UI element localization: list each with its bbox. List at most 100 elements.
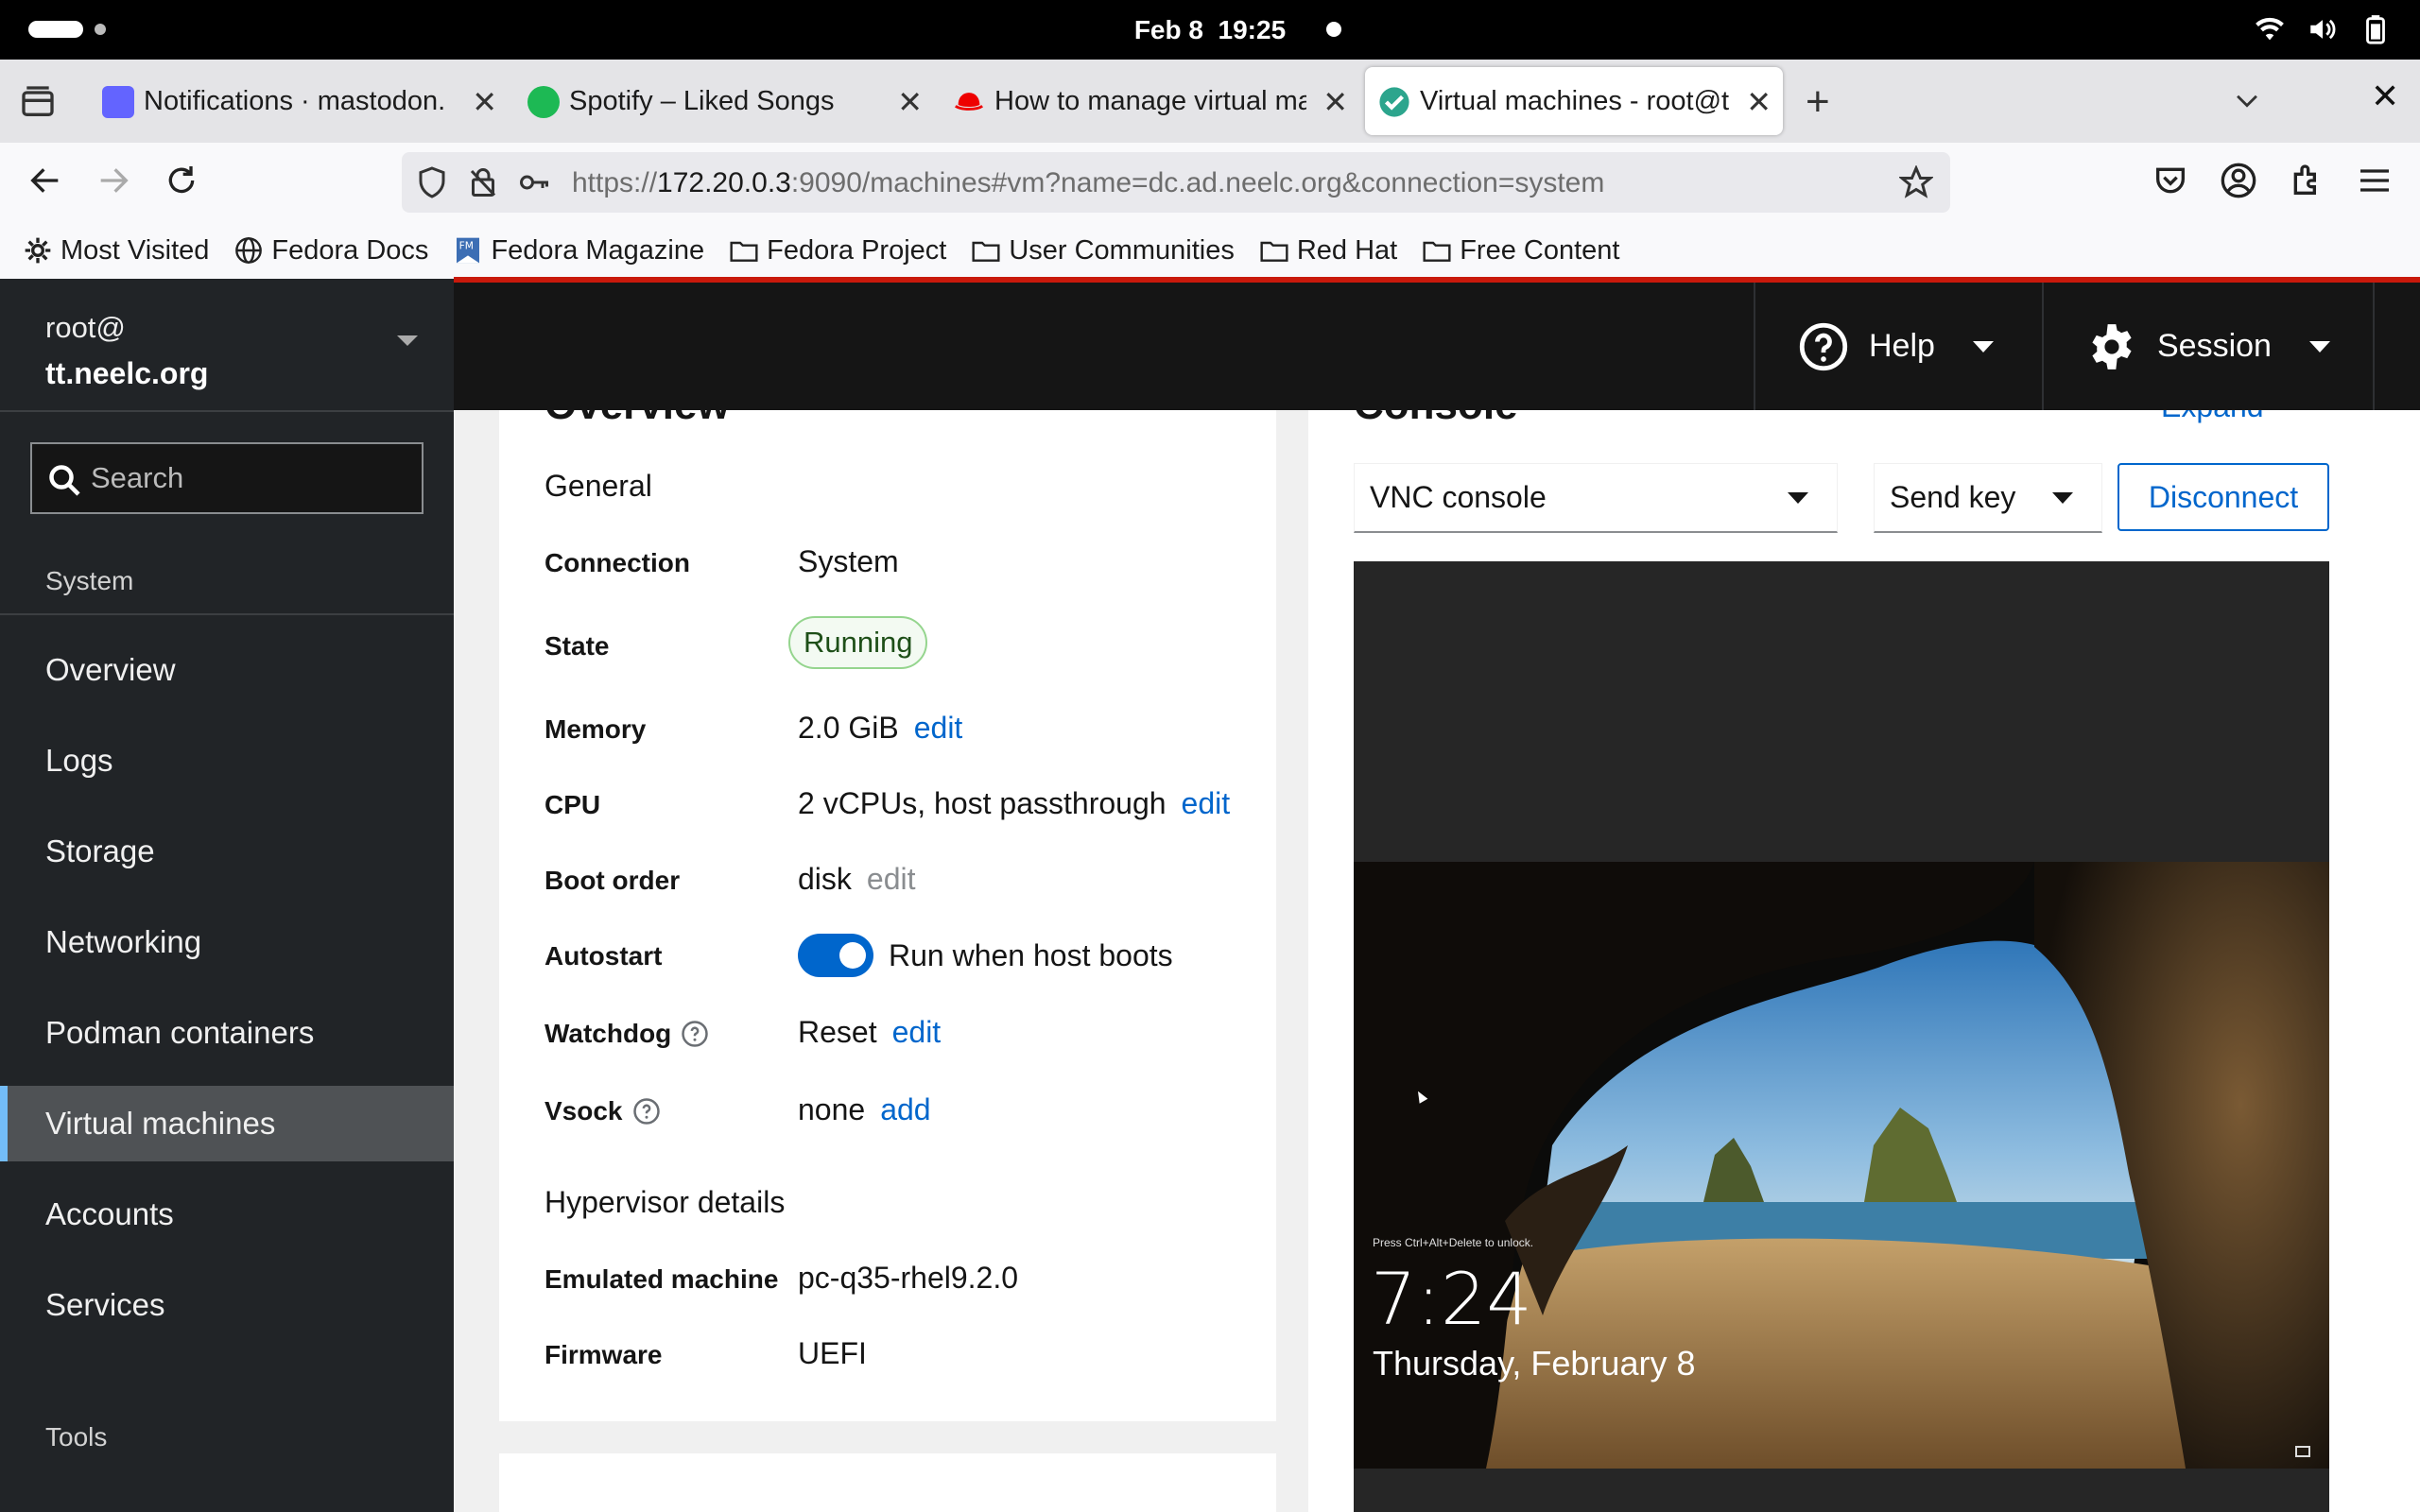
address-bar[interactable]: https://172.20.0.3:9090/machines#vm?name…	[402, 152, 1950, 213]
host-name: tt.neelc.org	[45, 356, 209, 390]
bookmark-label: Red Hat	[1296, 234, 1398, 266]
bookmark-fedora-magazine[interactable]: FM Fedora Magazine	[453, 235, 704, 266]
autostart-text: Run when host boots	[889, 937, 1173, 972]
host-user: root@	[45, 311, 126, 344]
fedora-magazine-icon: FM	[457, 237, 480, 264]
state-value: Running	[788, 616, 928, 669]
extensions-icon[interactable]	[2288, 162, 2325, 199]
clock-time: 19:25	[1218, 15, 1287, 44]
boot-order-edit-link[interactable]: edit	[867, 862, 916, 897]
cpu-label: CPU	[544, 790, 601, 819]
memory-edit-link[interactable]: edit	[914, 711, 963, 746]
back-icon[interactable]	[26, 162, 64, 199]
expand-link[interactable]: Expand	[2161, 410, 2264, 424]
bookmark-fedora-docs[interactable]: Fedora Docs	[233, 235, 428, 266]
close-tab-icon[interactable]: ✕	[1746, 84, 1772, 120]
console-type-select[interactable]: VNC console	[1354, 463, 1838, 533]
svg-text:FM: FM	[459, 240, 474, 252]
tab-title: Spotify – Liked Songs	[569, 85, 835, 116]
vsock-label: Vsock	[544, 1096, 661, 1126]
forward-icon[interactable]	[95, 162, 132, 199]
host-caret-icon[interactable]	[397, 335, 418, 346]
memory-value: 2.0 GiB edit	[798, 711, 962, 746]
watchdog-label-text: Watchdog	[544, 1019, 672, 1048]
firmware-label: Firmware	[544, 1340, 663, 1369]
sidebar-item-accounts[interactable]: Accounts	[0, 1177, 454, 1252]
url-scheme: https://	[572, 167, 658, 198]
sidebar-item-storage[interactable]: Storage	[0, 814, 454, 889]
bookmark-most-visited[interactable]: Most Visited	[23, 235, 209, 266]
window-close-icon[interactable]: ✕	[2371, 77, 2399, 116]
bookmark-user-communities[interactable]: User Communities	[971, 235, 1235, 266]
system-tray[interactable]	[2254, 13, 2392, 45]
lock-screen-time: 7:24	[1371, 1257, 1532, 1341]
bookmark-red-hat[interactable]: Red Hat	[1259, 235, 1397, 266]
vsock-add-link[interactable]: add	[880, 1092, 930, 1127]
clock-date: Feb 8	[1133, 15, 1203, 44]
help-icon	[1799, 322, 1848, 370]
overview-card: Overview General Connection System State…	[499, 410, 1276, 1421]
search-placeholder: Search	[91, 461, 184, 494]
vsock-label-text: Vsock	[544, 1096, 623, 1125]
send-key-label: Send key	[1890, 480, 2016, 514]
shield-icon[interactable]	[415, 165, 449, 199]
sidebar-divider	[0, 410, 454, 412]
autostart-toggle[interactable]	[798, 934, 873, 977]
connection-text: System	[798, 544, 899, 578]
sidebar-item-networking[interactable]: Networking	[0, 904, 454, 980]
notification-dot	[1326, 22, 1341, 37]
sidebar-item-logs[interactable]: Logs	[0, 723, 454, 799]
cpu-value: 2 vCPUs, host passthrough edit	[798, 786, 1230, 821]
tab-notifications-mastodon[interactable]: Notifications · mastodon. ✕	[102, 67, 497, 135]
boot-order-value: disk edit	[798, 862, 916, 897]
close-tab-icon[interactable]: ✕	[472, 84, 497, 120]
key-icon[interactable]	[517, 165, 551, 199]
firefox-view-icon[interactable]	[19, 83, 57, 121]
tab-virtual-machines[interactable]: Virtual machines - root@t ✕	[1365, 67, 1783, 135]
disconnect-button[interactable]: Disconnect	[2118, 463, 2329, 531]
bookmark-star-icon[interactable]	[1899, 165, 1933, 199]
connection-label: Connection	[544, 548, 690, 577]
cpu-edit-link[interactable]: edit	[1182, 786, 1231, 821]
chevron-down-icon	[1972, 340, 1994, 352]
gear-icon	[2092, 323, 2132, 369]
memory-text: 2.0 GiB	[798, 711, 899, 745]
help-menu-button[interactable]: Help	[1754, 283, 2042, 410]
overview-title: Overview	[544, 410, 730, 429]
sidebar-item-overview[interactable]: Overview	[0, 632, 454, 708]
vnc-console-screen[interactable]: Press Ctrl+Alt+Delete to unlock. 7:24 Th…	[1354, 561, 2329, 1512]
bookmarks-toolbar: Most Visited Fedora Docs FM Fedora Magaz…	[0, 222, 2420, 279]
windows-lock-screen: Press Ctrl+Alt+Delete to unlock. 7:24 Th…	[1354, 862, 2329, 1469]
sidebar-search-input[interactable]: Search	[30, 442, 424, 514]
session-menu-button[interactable]: Session	[2042, 283, 2373, 410]
help-circle-icon[interactable]	[681, 1020, 709, 1048]
sidebar-item-label: Overview	[45, 652, 176, 687]
account-icon[interactable]	[2220, 162, 2257, 199]
close-tab-icon[interactable]: ✕	[897, 84, 923, 120]
sidebar-item-virtual-machines[interactable]: Virtual machines	[0, 1086, 454, 1161]
sidebar-item-services[interactable]: Services	[0, 1267, 454, 1343]
host-switcher[interactable]: root@ tt.neelc.org	[45, 305, 208, 396]
pocket-icon[interactable]	[2152, 162, 2189, 199]
vsock-value: none add	[798, 1092, 931, 1127]
url-text[interactable]: https://172.20.0.3:9090/machines#vm?name…	[572, 167, 1604, 199]
watchdog-edit-link[interactable]: edit	[892, 1015, 942, 1050]
sidebar-item-podman[interactable]: Podman containers	[0, 995, 454, 1071]
tab-how-to-manage-vms[interactable]: How to manage virtual ma ✕	[953, 67, 1348, 135]
close-tab-icon[interactable]: ✕	[1322, 84, 1348, 120]
menu-icon[interactable]	[2356, 162, 2394, 199]
bookmark-free-content[interactable]: Free Content	[1422, 235, 1619, 266]
reload-icon[interactable]	[163, 162, 200, 199]
system-clock[interactable]: Feb 8 19:25	[0, 15, 2420, 45]
session-label: Session	[2157, 328, 2272, 364]
send-key-select[interactable]: Send key	[1874, 463, 2102, 533]
spotify-icon	[527, 86, 560, 118]
section-system: System	[45, 566, 134, 595]
bookmark-fedora-project[interactable]: Fedora Project	[729, 235, 946, 266]
new-tab-button[interactable]: +	[1806, 78, 1830, 126]
emulated-machine-label: Emulated machine	[544, 1264, 779, 1294]
tab-spotify[interactable]: Spotify – Liked Songs ✕	[527, 67, 923, 135]
list-all-tabs-icon[interactable]	[2231, 84, 2263, 116]
lock-warning-icon[interactable]	[466, 165, 500, 199]
help-circle-icon[interactable]	[632, 1097, 661, 1125]
